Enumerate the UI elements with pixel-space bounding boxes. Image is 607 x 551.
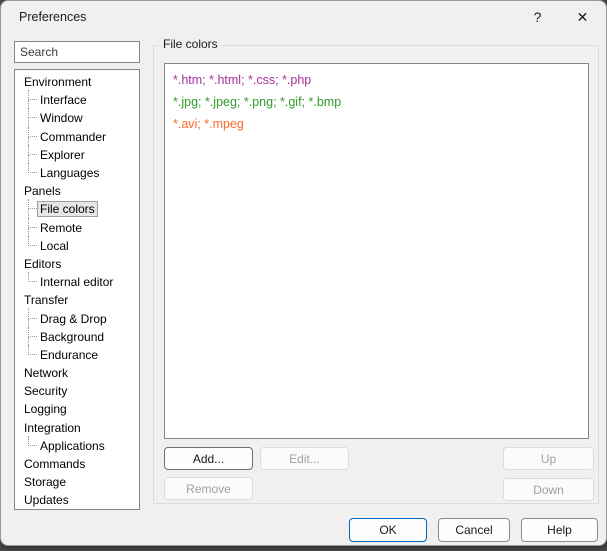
search-input[interactable] — [14, 41, 140, 63]
tree-item-label: Local — [37, 238, 72, 254]
tree-item-panels[interactable]: Panels — [15, 182, 139, 200]
preferences-dialog: Preferences ? ✕ Environment Interface Wind… — [0, 0, 607, 546]
titlebar: Preferences ? ✕ — [1, 1, 606, 33]
tree-item-label: Commands — [21, 456, 88, 472]
tree-item-commander[interactable]: Commander — [15, 128, 139, 146]
remove-button[interactable]: Remove — [164, 477, 253, 500]
tree-item-endurance[interactable]: Endurance — [15, 346, 139, 364]
file-colors-list[interactable]: *.htm; *.html; *.css; *.php*.jpg; *.jpeg… — [164, 63, 589, 439]
help-button[interactable]: Help — [521, 518, 598, 542]
tree-item-label: Drag & Drop — [37, 311, 110, 327]
tree-item-label: Applications — [37, 438, 108, 454]
close-button[interactable]: ✕ — [560, 2, 605, 32]
tree-item-explorer[interactable]: Explorer — [15, 146, 139, 164]
file-color-row[interactable]: *.avi; *.mpeg — [165, 113, 588, 135]
ok-button[interactable]: OK — [349, 518, 427, 542]
cancel-button[interactable]: Cancel — [438, 518, 510, 542]
tree-item-label: Internal editor — [37, 274, 116, 290]
tree-item-label: Remote — [37, 220, 85, 236]
tree-item-security[interactable]: Security — [15, 382, 139, 400]
file-color-row[interactable]: *.jpg; *.jpeg; *.png; *.gif; *.bmp — [165, 91, 588, 113]
tree-item-internal-editor[interactable]: Internal editor — [15, 273, 139, 291]
tree-item-local[interactable]: Local — [15, 237, 139, 255]
tree-item-interface[interactable]: Interface — [15, 91, 139, 109]
close-icon: ✕ — [577, 9, 589, 26]
tree-item-network[interactable]: Network — [15, 364, 139, 382]
tree-item-environment[interactable]: Environment — [15, 73, 139, 91]
tree-item-transfer[interactable]: Transfer — [15, 291, 139, 309]
tree-item-label: Updates — [21, 492, 72, 508]
tree-item-label: Languages — [37, 165, 102, 181]
file-color-row[interactable]: *.htm; *.html; *.css; *.php — [165, 69, 588, 91]
tree-item-label: Window — [37, 110, 86, 126]
tree-item-label: Background — [37, 329, 107, 345]
edit-button[interactable]: Edit... — [260, 447, 349, 470]
tree-item-file-colors[interactable]: File colors — [15, 200, 139, 218]
tree-item-remote[interactable]: Remote — [15, 219, 139, 237]
tree-item-languages[interactable]: Languages — [15, 164, 139, 182]
tree-item-commands[interactable]: Commands — [15, 455, 139, 473]
add-button[interactable]: Add... — [164, 447, 253, 470]
question-mark-icon: ? — [534, 9, 542, 25]
tree-item-label: Transfer — [21, 292, 71, 308]
tree-item-label: Storage — [21, 474, 69, 490]
tree-item-label: Commander — [37, 129, 109, 145]
tree-item-drag-drop[interactable]: Drag & Drop — [15, 309, 139, 327]
tree-item-storage[interactable]: Storage — [15, 473, 139, 491]
down-button[interactable]: Down — [503, 478, 594, 501]
tree-item-applications[interactable]: Applications — [15, 437, 139, 455]
tree-item-label: Interface — [37, 92, 90, 108]
tree-item-label: Network — [21, 365, 71, 381]
window-title: Preferences — [19, 1, 86, 33]
tree-item-window[interactable]: Window — [15, 109, 139, 127]
help-titlebar-button[interactable]: ? — [515, 2, 560, 32]
tree-item-label: Logging — [21, 401, 70, 417]
tree-item-editors[interactable]: Editors — [15, 255, 139, 273]
preferences-tree[interactable]: Environment Interface Window Commander Explo… — [14, 69, 140, 510]
tree-item-label: Explorer — [37, 147, 88, 163]
groupbox-title: File colors — [159, 37, 222, 51]
tree-item-updates[interactable]: Updates — [15, 491, 139, 509]
tree-item-label: File colors — [37, 201, 98, 217]
tree-item-label: Panels — [21, 183, 64, 199]
up-button[interactable]: Up — [503, 447, 594, 470]
tree-item-label: Endurance — [37, 347, 101, 363]
tree-item-label: Environment — [21, 74, 94, 90]
tree-item-logging[interactable]: Logging — [15, 400, 139, 418]
tree-item-label: Security — [21, 383, 70, 399]
tree-item-integration[interactable]: Integration — [15, 419, 139, 437]
tree-item-background[interactable]: Background — [15, 328, 139, 346]
tree-item-label: Integration — [21, 420, 84, 436]
tree-item-label: Editors — [21, 256, 64, 272]
